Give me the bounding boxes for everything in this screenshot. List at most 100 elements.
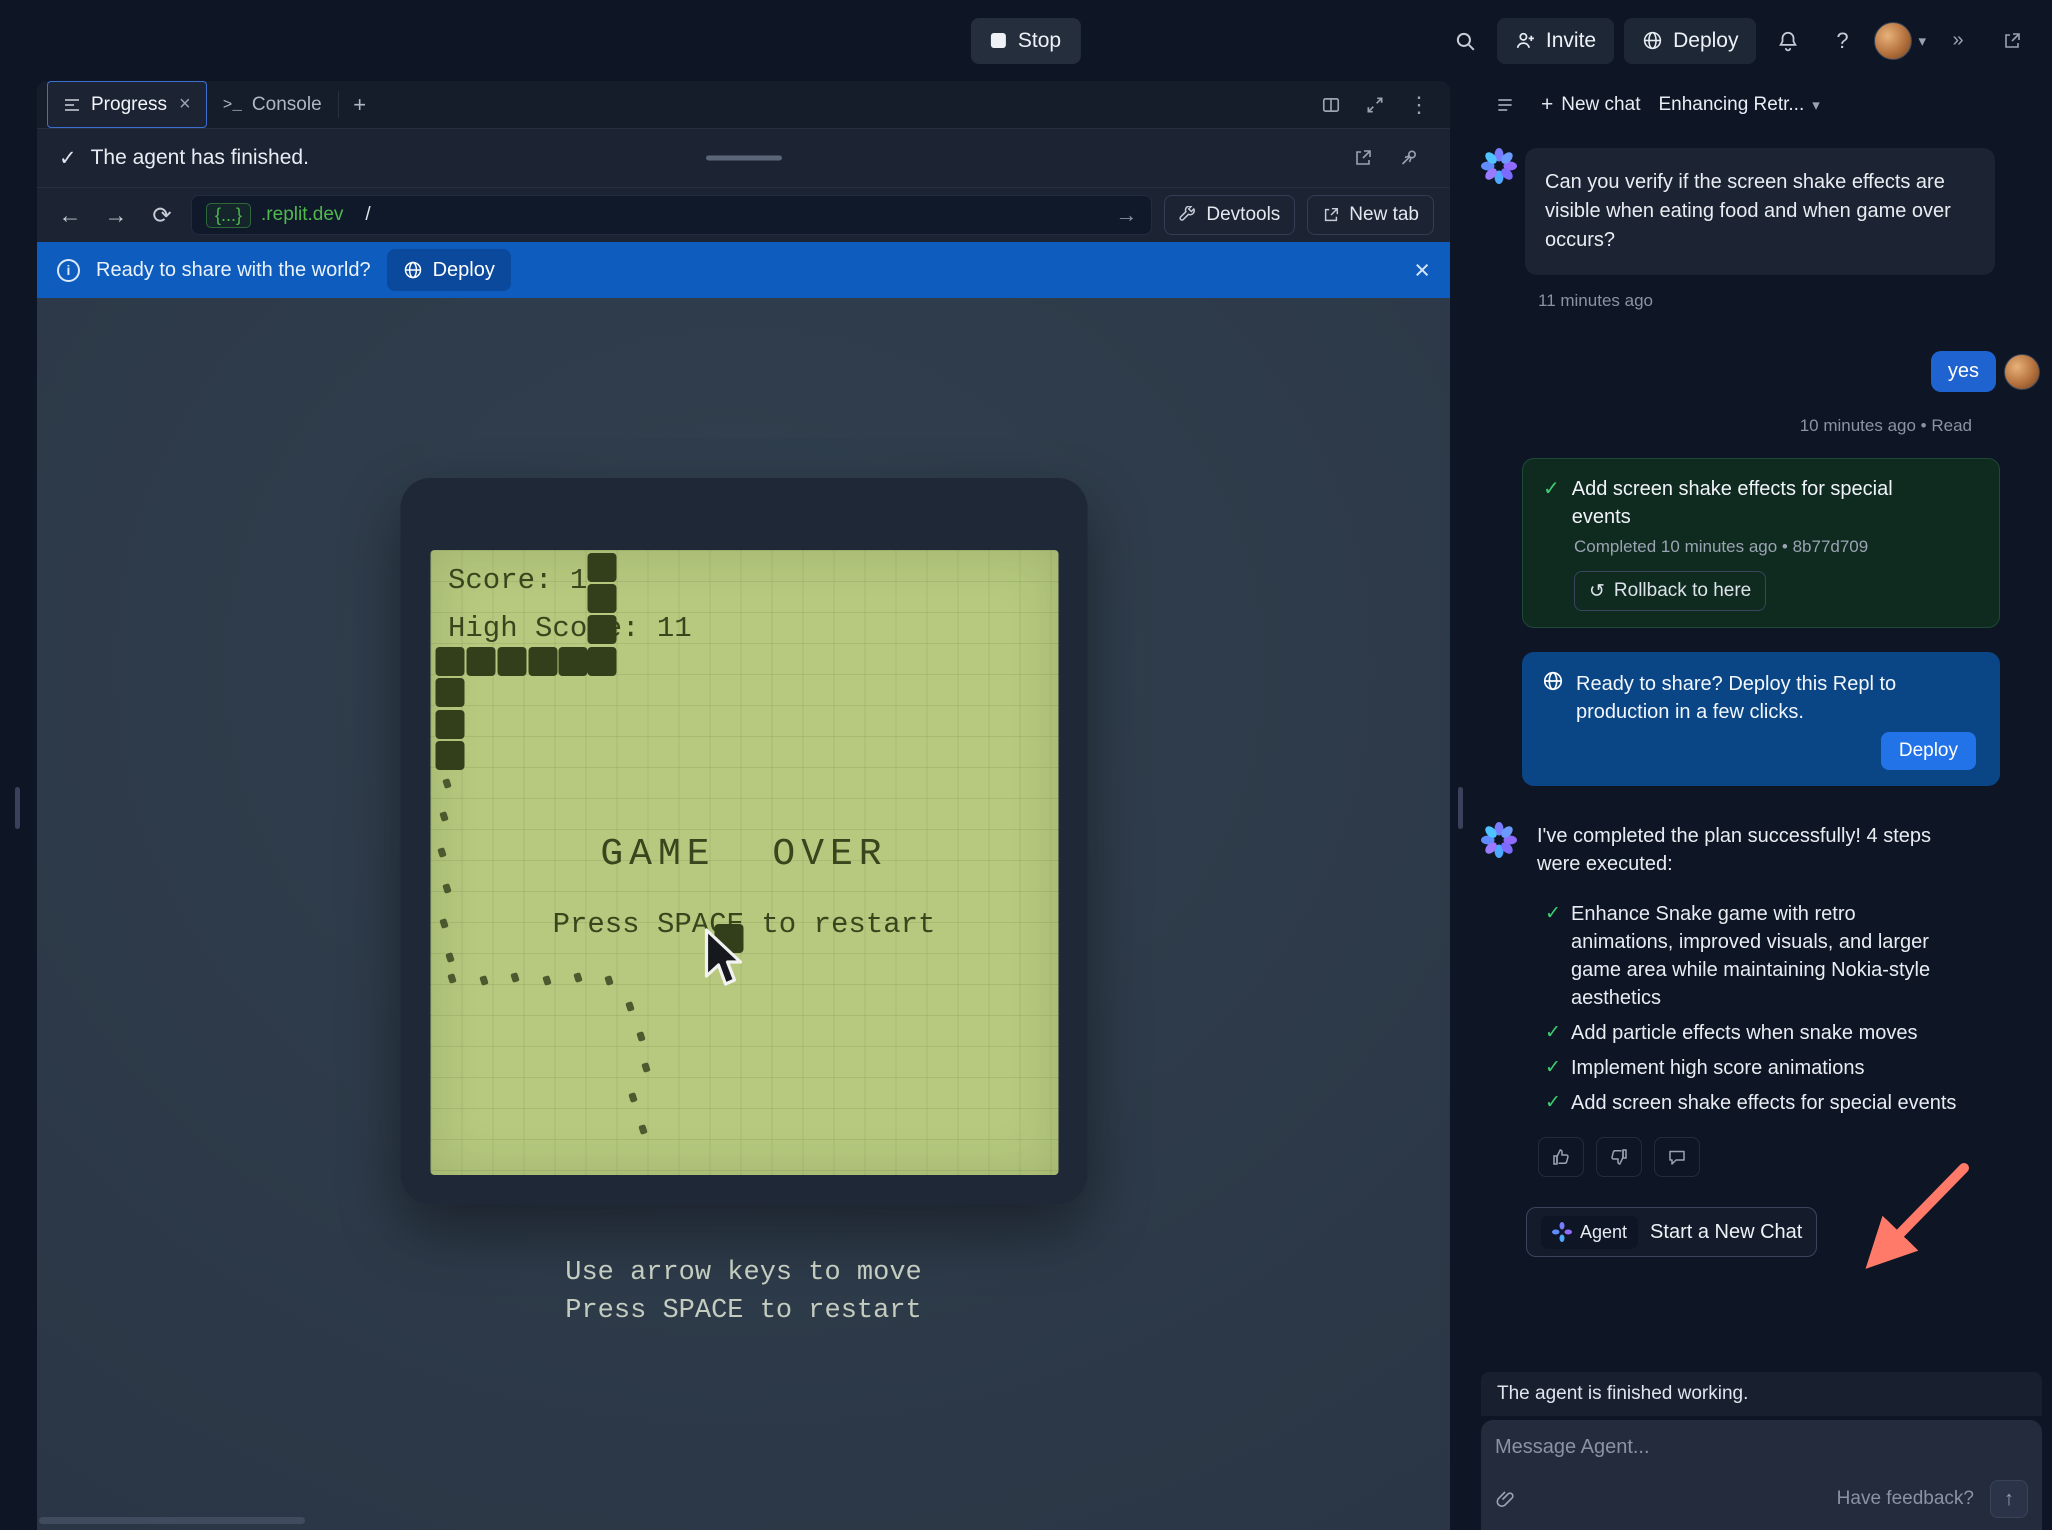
chevron-down-icon: ▾ bbox=[1918, 32, 1926, 50]
snake-block bbox=[587, 584, 616, 613]
user-avatar bbox=[2004, 354, 2040, 390]
agent-message-text: Can you verify if the screen shake effec… bbox=[1525, 148, 1995, 275]
snake-block bbox=[587, 647, 616, 676]
left-rail-drag-handle[interactable] bbox=[15, 787, 20, 829]
attach-button[interactable] bbox=[1495, 1489, 1515, 1509]
devtools-button[interactable]: Devtools bbox=[1164, 195, 1295, 235]
thumbs-down-button[interactable] bbox=[1596, 1137, 1642, 1177]
notifications-button[interactable] bbox=[1766, 19, 1810, 63]
chevron-down-icon: ▾ bbox=[1812, 96, 1820, 114]
message-meta: 10 minutes ago • Read bbox=[1481, 416, 1972, 436]
agent-avatar-icon bbox=[1481, 148, 1517, 184]
search-button[interactable] bbox=[1443, 19, 1487, 63]
session-dropdown[interactable]: Enhancing Retr... ▾ bbox=[1658, 94, 1819, 116]
paperclip-icon bbox=[1495, 1489, 1515, 1509]
game-screen[interactable]: Score: 1 High Score: 11 GAME OVER Press … bbox=[430, 550, 1058, 1175]
send-icon: ↑ bbox=[2004, 1488, 2014, 1511]
checkpoint-title: Add screen shake effects for special eve… bbox=[1572, 475, 1932, 531]
plus-icon: + bbox=[353, 92, 366, 118]
plus-icon: + bbox=[1541, 93, 1553, 117]
panel-menu-button[interactable]: ⋮ bbox=[1400, 86, 1438, 124]
mouse-cursor bbox=[702, 928, 748, 990]
comment-button[interactable] bbox=[1654, 1137, 1700, 1177]
go-icon[interactable]: → bbox=[1115, 202, 1137, 228]
new-tab-button[interactable]: + bbox=[339, 81, 381, 128]
url-bar[interactable]: {...} .replit.dev / → bbox=[191, 195, 1152, 235]
deploy-globe-icon bbox=[1542, 670, 1564, 692]
send-button[interactable]: ↑ bbox=[1990, 1480, 2028, 1518]
game-particle bbox=[636, 1031, 645, 1042]
deploy-card-button[interactable]: Deploy bbox=[1881, 732, 1976, 770]
check-icon: ✓ bbox=[1543, 475, 1560, 503]
panel-resize-handle[interactable] bbox=[1458, 787, 1463, 829]
tab-progress[interactable]: Progress × bbox=[47, 81, 207, 128]
composer: Have feedback? ↑ bbox=[1481, 1420, 2042, 1530]
deploy-banner: i Ready to share with the world? Deploy … bbox=[37, 242, 1450, 298]
game-particle bbox=[479, 975, 488, 986]
score-text: Score: 1 bbox=[448, 564, 587, 597]
deploy-button[interactable]: Deploy bbox=[1624, 18, 1756, 64]
back-icon: ← bbox=[59, 202, 82, 229]
snake-block bbox=[558, 647, 587, 676]
new-tab-icon bbox=[1322, 206, 1340, 224]
game-particle bbox=[573, 972, 582, 983]
banner-deploy-button[interactable]: Deploy bbox=[387, 249, 511, 291]
banner-close-button[interactable]: × bbox=[1414, 257, 1430, 284]
invite-button[interactable]: Invite bbox=[1497, 18, 1614, 64]
stop-button[interactable]: Stop bbox=[971, 18, 1081, 64]
split-view-button[interactable] bbox=[1312, 86, 1350, 124]
tab-console[interactable]: >_ Console bbox=[207, 81, 338, 128]
agent-summary-message: I've completed the plan successfully! 4 … bbox=[1481, 822, 2042, 1117]
start-new-chat-button[interactable]: Agent Start a New Chat bbox=[1526, 1207, 1817, 1257]
snake-block bbox=[435, 678, 464, 707]
url-host: .replit.dev bbox=[261, 204, 343, 226]
game-particle bbox=[447, 973, 456, 984]
user-message-text: yes bbox=[1931, 351, 1996, 392]
snake-block bbox=[435, 741, 464, 770]
thumbs-up-button[interactable] bbox=[1538, 1137, 1584, 1177]
progress-icon bbox=[63, 96, 81, 114]
game-particle bbox=[604, 975, 613, 986]
agent-status-bar: ✓ The agent has finished. bbox=[37, 128, 1450, 188]
bell-icon bbox=[1777, 30, 1799, 52]
popout-window-button[interactable] bbox=[1990, 19, 2034, 63]
close-tab-icon[interactable]: × bbox=[179, 93, 191, 116]
help-icon: ? bbox=[1836, 28, 1848, 54]
expand-panel-button[interactable] bbox=[1356, 86, 1394, 124]
user-avatar bbox=[1874, 22, 1912, 60]
composer-area: The agent is finished working. Have feed… bbox=[1471, 1372, 2052, 1530]
overflow-panels-button[interactable]: » bbox=[1936, 19, 1980, 63]
open-external-button[interactable] bbox=[1344, 139, 1382, 177]
checkpoint-card: ✓ Add screen shake effects for special e… bbox=[1522, 458, 2000, 628]
rollback-button[interactable]: ↺ Rollback to here bbox=[1574, 571, 1766, 611]
thumbs-up-icon bbox=[1551, 1147, 1571, 1167]
check-icon: ✓ bbox=[1545, 1019, 1571, 1047]
new-chat-button[interactable]: + New chat bbox=[1541, 93, 1640, 117]
comment-icon bbox=[1667, 1147, 1687, 1167]
open-new-tab-button[interactable]: New tab bbox=[1307, 195, 1434, 235]
message-timestamp: 11 minutes ago bbox=[1538, 291, 2042, 311]
status-bar-drag-handle[interactable] bbox=[706, 156, 782, 161]
forward-button[interactable]: → bbox=[99, 198, 133, 232]
thumbs-down-icon bbox=[1609, 1147, 1629, 1167]
message-input[interactable] bbox=[1495, 1436, 2028, 1459]
agent-avatar-icon bbox=[1552, 1222, 1572, 1242]
game-particle bbox=[625, 1001, 634, 1012]
expand-icon bbox=[1365, 95, 1385, 115]
account-menu[interactable]: ▾ bbox=[1874, 22, 1926, 60]
help-button[interactable]: ? bbox=[1820, 19, 1864, 63]
invite-icon bbox=[1515, 30, 1536, 51]
horizontal-scrollbar[interactable] bbox=[39, 1517, 305, 1524]
split-view-icon bbox=[1321, 95, 1341, 115]
info-icon: i bbox=[57, 259, 80, 282]
back-button[interactable]: ← bbox=[53, 198, 87, 232]
console-icon: >_ bbox=[223, 96, 242, 114]
user-message: yes bbox=[1481, 351, 2042, 392]
chat-list-button[interactable] bbox=[1487, 87, 1523, 123]
feedback-link[interactable]: Have feedback? bbox=[1837, 1488, 1974, 1510]
snake-block bbox=[587, 553, 616, 582]
refresh-button[interactable]: ⟳ bbox=[145, 198, 179, 232]
forward-icon: → bbox=[105, 202, 128, 229]
pin-panel-button[interactable] bbox=[1390, 139, 1428, 177]
kebab-icon: ⋮ bbox=[1408, 92, 1430, 118]
